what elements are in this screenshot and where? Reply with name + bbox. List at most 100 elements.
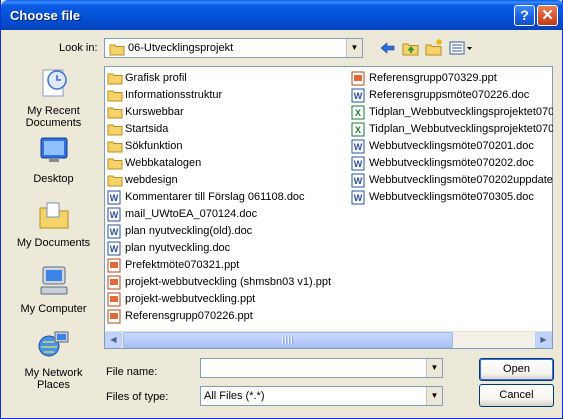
- place-desktop[interactable]: Desktop: [7, 134, 100, 185]
- place-label: Desktop: [33, 173, 74, 185]
- help-button[interactable]: ?: [514, 5, 535, 26]
- svg-text:X: X: [355, 108, 361, 118]
- file-name: Webbutvecklingsmöte070305.doc: [369, 191, 534, 203]
- my-documents-icon: [7, 198, 100, 235]
- svg-text:X: X: [355, 125, 361, 135]
- file-name: Webbkatalogen: [125, 157, 202, 169]
- look-in-dropdown[interactable]: 06-Utvecklingsprojekt ▼: [104, 38, 363, 58]
- file-name: projekt-webbutveckling (shmsbn03 v1).ppt: [125, 276, 332, 288]
- file-item[interactable]: Wmail_UWtoEA_070124.doc: [107, 206, 331, 223]
- file-name: Referensgrupp070329.ppt: [369, 72, 497, 84]
- file-item[interactable]: Grafisk profil: [107, 70, 331, 87]
- file-item[interactable]: W Webbutvecklingsmöte070305.doc: [351, 189, 553, 206]
- open-button[interactable]: Open: [479, 358, 554, 381]
- file-item[interactable]: Sökfunktion: [107, 138, 331, 155]
- chevron-down-icon[interactable]: ▼: [346, 39, 362, 57]
- files-of-type-value: All Files (*.*): [204, 390, 265, 402]
- svg-text:W: W: [354, 193, 363, 203]
- file-item[interactable]: Prefektmöte070321.ppt: [107, 257, 331, 274]
- look-in-label: Look in:: [59, 42, 98, 54]
- file-name: Kurswebbar: [125, 106, 184, 118]
- file-item[interactable]: Kurswebbar: [107, 104, 331, 121]
- title-bar[interactable]: Choose file ? ✕: [1, 0, 563, 30]
- horizontal-scrollbar[interactable]: ◀ ▶: [105, 331, 552, 348]
- file-item[interactable]: Wplan nyutveckling.doc: [107, 240, 331, 257]
- file-item[interactable]: Referensgrupp070329.ppt: [351, 70, 553, 87]
- file-name-input[interactable]: ▼: [200, 358, 443, 378]
- network-places-icon: [7, 328, 100, 365]
- window-title: Choose file: [10, 8, 81, 23]
- file-name: Webbutvecklingsmöte070201.doc: [369, 140, 534, 152]
- file-item[interactable]: projekt-webbutveckling.ppt: [107, 291, 331, 308]
- file-item[interactable]: projekt-webbutveckling (shmsbn03 v1).ppt: [107, 274, 331, 291]
- file-item[interactable]: W Kommentarer till Förslag 061108.doc: [107, 189, 331, 206]
- svg-text:W: W: [354, 159, 363, 169]
- file-item[interactable]: Referensgrupp070226.ppt: [107, 308, 331, 325]
- desktop-icon: [7, 134, 100, 171]
- excel-icon: X: [351, 122, 365, 138]
- svg-text:W: W: [354, 91, 363, 101]
- word-document-icon: W: [351, 139, 365, 155]
- svg-text:W: W: [354, 176, 363, 186]
- up-folder-icon[interactable]: [401, 38, 421, 58]
- new-folder-icon[interactable]: [424, 38, 444, 58]
- place-network-places[interactable]: My Network Places: [7, 328, 100, 391]
- file-item[interactable]: W Referensgruppsmöte070226.doc: [351, 87, 553, 104]
- file-name: Sökfunktion: [125, 140, 183, 152]
- views-menu-icon[interactable]: [448, 38, 474, 58]
- file-name: webdesign: [125, 174, 178, 186]
- file-name: Startsida: [125, 123, 169, 135]
- file-list[interactable]: Grafisk profil Informationsstruktur Kurswe…: [104, 66, 553, 349]
- place-my-documents[interactable]: My Documents: [7, 198, 100, 249]
- powerpoint-icon: [351, 71, 365, 87]
- scroll-right-icon[interactable]: ▶: [535, 332, 552, 348]
- chevron-down-icon[interactable]: ▼: [426, 359, 442, 377]
- file-name: Tidplan_Webbutvecklingsprojektet070: [369, 123, 553, 135]
- svg-text:W: W: [110, 210, 119, 220]
- file-name: Referensgrupp070226.ppt: [125, 310, 253, 322]
- file-name: Informationsstruktur: [125, 89, 223, 101]
- back-arrow-icon[interactable]: [378, 38, 398, 58]
- file-item[interactable]: Startsida: [107, 121, 331, 138]
- file-name-label: File name:: [106, 366, 158, 378]
- file-item[interactable]: Informationsstruktur: [107, 87, 331, 104]
- my-computer-icon: [7, 264, 100, 301]
- file-item[interactable]: W Webbutvecklingsmöte070202uppdater: [351, 172, 553, 189]
- places-bar: My Recent Documents Desktop My Documents…: [7, 66, 100, 396]
- choose-file-dialog: Choose file ? ✕ Look in: 06-Utvecklingsp…: [0, 0, 563, 419]
- svg-text:W: W: [110, 227, 119, 237]
- grip-icon: [282, 337, 294, 344]
- svg-text:W: W: [110, 193, 119, 203]
- powerpoint-icon: [107, 309, 121, 330]
- place-my-computer[interactable]: My Computer: [7, 264, 100, 315]
- file-item[interactable]: X Tidplan_Webbutvecklingsprojektet070: [351, 121, 553, 138]
- file-name: projekt-webbutveckling.ppt: [125, 293, 256, 305]
- place-label: My Network Places: [24, 367, 83, 391]
- file-name: plan nyutveckling.doc: [125, 242, 231, 254]
- word-document-icon: W: [351, 88, 365, 104]
- file-name: mail_UWtoEA_070124.doc: [125, 208, 258, 220]
- file-item[interactable]: W Webbutvecklingsmöte070201.doc: [351, 138, 553, 155]
- file-item[interactable]: Wplan nyutveckling(old).doc: [107, 223, 331, 240]
- file-item[interactable]: X Tidplan_Webbutvecklingsprojektet070: [351, 104, 553, 121]
- chevron-down-icon[interactable]: ▼: [426, 387, 442, 405]
- file-column: Grafisk profil Informationsstruktur Kurswe…: [107, 70, 331, 325]
- file-item[interactable]: Webbkatalogen: [107, 155, 331, 172]
- file-name: Tidplan_Webbutvecklingsprojektet070: [369, 106, 553, 118]
- word-document-icon: W: [351, 156, 365, 172]
- file-name: Webbutvecklingsmöte070202.doc: [369, 157, 534, 169]
- scroll-left-icon[interactable]: ◀: [105, 332, 122, 348]
- recent-documents-icon: [7, 66, 100, 103]
- close-button[interactable]: ✕: [537, 5, 558, 26]
- excel-icon: X: [351, 105, 365, 121]
- word-document-icon: W: [351, 173, 365, 189]
- place-recent-documents[interactable]: My Recent Documents: [7, 66, 100, 129]
- file-name: Referensgruppsmöte070226.doc: [369, 89, 530, 101]
- svg-text:W: W: [354, 142, 363, 152]
- files-of-type-dropdown[interactable]: All Files (*.*) ▼: [200, 386, 443, 406]
- file-item[interactable]: W Webbutvecklingsmöte070202.doc: [351, 155, 553, 172]
- scrollbar-thumb[interactable]: [123, 332, 453, 348]
- file-item[interactable]: webdesign: [107, 172, 331, 189]
- cancel-button[interactable]: Cancel: [479, 384, 554, 407]
- file-name: Grafisk profil: [125, 72, 187, 84]
